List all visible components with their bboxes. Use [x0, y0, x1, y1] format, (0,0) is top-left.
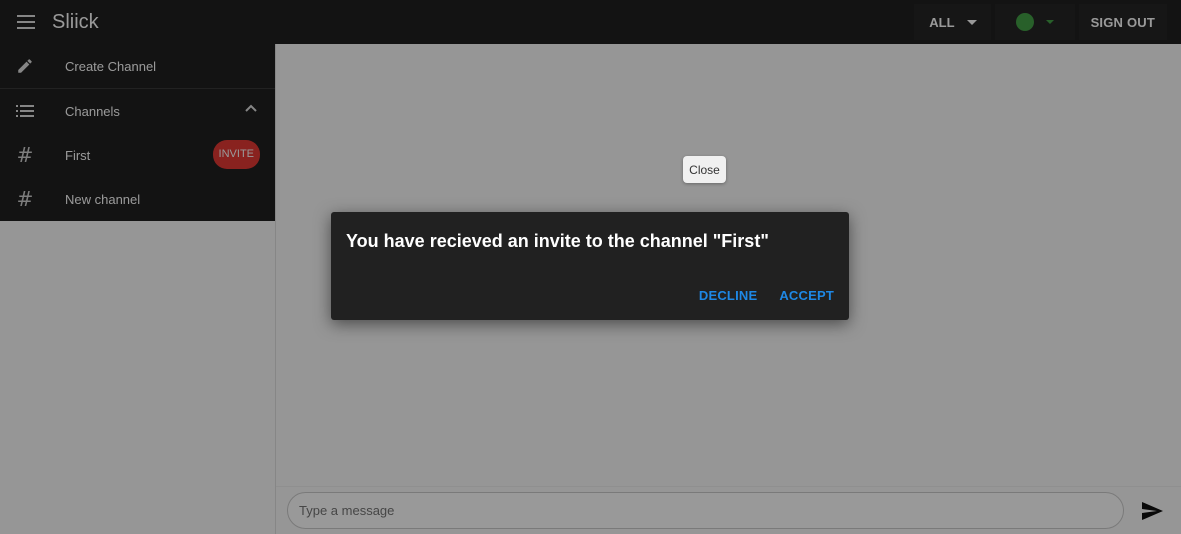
decline-button[interactable]: DECLINE — [699, 288, 757, 303]
dialog-message: You have recieved an invite to the chann… — [346, 231, 769, 251]
dialog-actions: DECLINE ACCEPT — [677, 288, 834, 303]
accept-button[interactable]: ACCEPT — [779, 288, 834, 303]
close-tooltip: Close — [683, 156, 726, 183]
invite-dialog: You have recieved an invite to the chann… — [331, 212, 849, 320]
